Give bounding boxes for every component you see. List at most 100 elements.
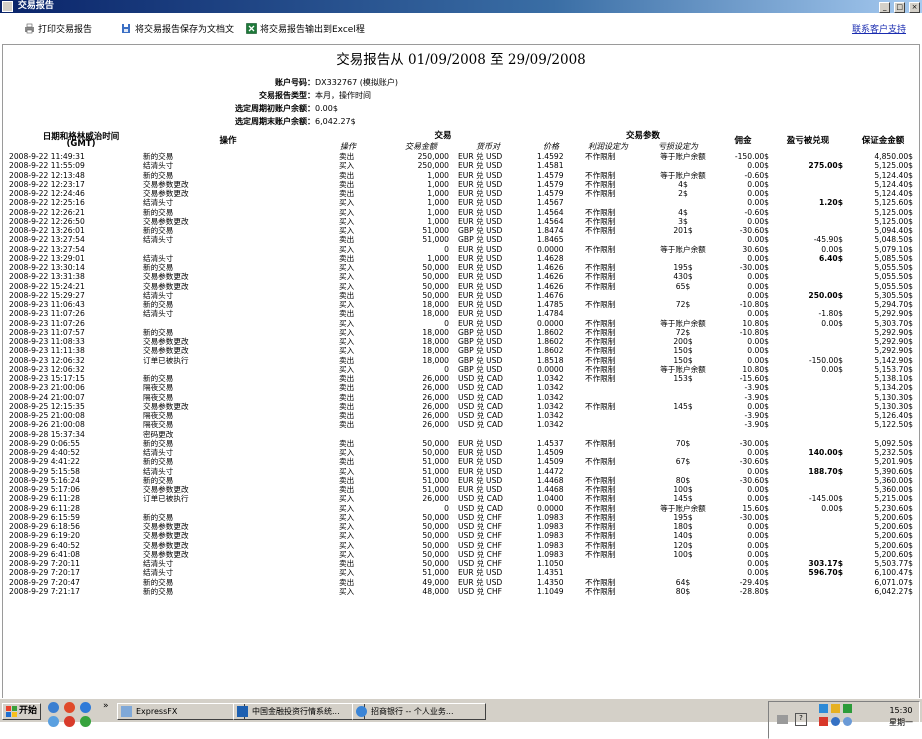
cell-price: 1.8465 [537, 235, 564, 245]
cell-amount: 50,000 [422, 438, 449, 448]
cell-pair: EUR 兑 USD [458, 568, 503, 578]
cell-date: 2008-9-22 15:24:21 [9, 281, 85, 291]
table-row: 2008-9-22 12:24:46 交易参数更改 卖出 1,000 EUR 兑 USD… [3, 189, 919, 198]
cell-pl: -150.00$ [808, 355, 843, 365]
cell-operation: 隔夜交易 [143, 392, 174, 402]
cell-commission: 0.00$ [747, 235, 769, 245]
cell-commission: 0.00$ [747, 355, 769, 365]
cell-action: 买入 [339, 346, 355, 356]
opening-balance-value: 0.00$ [315, 104, 338, 113]
cell-commission: -0.60$ [744, 170, 769, 180]
cell-action: 卖出 [339, 189, 355, 198]
cell-operation: 交易参数更改 [143, 189, 189, 198]
volume-icon[interactable] [831, 704, 840, 713]
cell-date: 2008-9-23 11:06:43 [9, 300, 85, 309]
keyboard-icon[interactable] [777, 715, 788, 724]
cell-action: 卖出 [339, 152, 355, 161]
clock[interactable]: 15:30 星期一 [889, 705, 913, 729]
export-excel-label: 将交易报告输出到Excel程 [260, 25, 365, 35]
subheader-amount: 交易金额 [405, 142, 437, 151]
cell-pair: GBP 兑 USD [458, 337, 503, 346]
cell-action: 卖出 [339, 290, 355, 300]
table-row: 2008-9-22 15:24:21 交易参数更改 买入 50,000 EUR 兑 US… [3, 282, 919, 291]
start-label: 开始 [19, 706, 38, 716]
close-button[interactable]: × [909, 2, 920, 13]
cell-margin: 4,850.00$ [874, 152, 913, 161]
customer-support-link[interactable]: 联系客户支持 [852, 22, 906, 35]
cell-commission: 0.00$ [747, 290, 769, 300]
table-row: 2008-9-29 6:40:52 交易参数更改 买入 50,000 USD 兑 CHF… [3, 541, 919, 550]
cell-price: 1.4592 [537, 152, 564, 161]
cell-operation: 新的交易 [143, 207, 174, 217]
cell-price: 1.4581 [537, 161, 564, 171]
browser-icon[interactable] [64, 702, 75, 713]
cell-pl: 0.00$ [821, 244, 843, 254]
cell-profit-set: 不作限制 [585, 494, 616, 504]
cell-price: 1.4564 [537, 216, 564, 226]
start-button[interactable]: 开始 [2, 703, 42, 720]
account-number-label: 账户号码： [275, 78, 315, 87]
excel-icon [246, 23, 257, 34]
account-number-value: DX332767 (模拟账户) [315, 78, 398, 87]
cell-operation: 新的交易 [143, 300, 174, 309]
k-tray-icon[interactable] [819, 717, 828, 726]
printer-icon [25, 23, 34, 34]
cell-price: 1.4351 [537, 568, 564, 578]
cell-amount: 18,000 [422, 309, 449, 319]
antivirus-icon[interactable] [831, 717, 840, 726]
cell-commission: 0.00$ [747, 568, 769, 578]
table-row: 2008-9-23 12:06:32 订单已被执行 卖出 18,000 GBP 兑 US… [3, 356, 919, 365]
table-row: 2008-9-23 21:00:06 隔夜交易 卖出 26,000 USD 兑 CAD 1… [3, 383, 919, 392]
cell-action: 买入 [339, 161, 355, 171]
header-margin: 保证金金额 [861, 136, 905, 146]
cell-commission: -30.60$ [739, 457, 769, 467]
cell-profit-set: 不作限制 [585, 438, 616, 448]
cell-profit-set: 不作限制 [585, 503, 616, 513]
cell-amount: 1,000 [427, 207, 449, 217]
media-icon[interactable] [48, 716, 59, 727]
cell-amount: 50,000 [422, 549, 449, 559]
cell-operation: 新的交易 [143, 512, 174, 522]
cell-pl: -145.00$ [808, 494, 843, 504]
ie-icon[interactable] [80, 702, 91, 713]
cell-margin: 5,292.90$ [874, 337, 913, 346]
save-document-button[interactable]: 将交易报告保存为文档文 [121, 22, 234, 35]
cell-pl: 275.00$ [808, 161, 843, 171]
task-expressfx[interactable]: ExpressFX [117, 703, 245, 720]
cell-price: 1.4785 [537, 300, 564, 309]
cell-pair: EUR 兑 USD [458, 253, 503, 263]
cell-action: 卖出 [339, 179, 355, 189]
export-excel-button[interactable]: 将交易报告输出到Excel程 [246, 22, 365, 35]
task-market-system-label: 中国金融投资行情系统... [252, 707, 340, 716]
report-panel: 交易报告从 01/09/2008 至 29/09/2008 账户号码： 交易报告… [2, 44, 920, 700]
network-icon[interactable] [819, 704, 828, 713]
task-bank[interactable]: 招商银行 -- 个人业务... [352, 703, 486, 720]
messenger-icon[interactable] [80, 716, 91, 727]
task-market-system[interactable]: 中国金融投资行情系统... [233, 703, 365, 720]
print-report-button[interactable]: 打印交易报告 [24, 22, 92, 35]
cell-pl: 1.20$ [818, 198, 843, 208]
cell-price: 1.4537 [537, 438, 564, 448]
cell-commission: -3.90$ [744, 411, 769, 420]
cell-action: 卖出 [339, 253, 355, 263]
cell-action: 买入 [339, 512, 355, 522]
qq-tray-icon[interactable] [843, 704, 852, 713]
qq-icon[interactable] [64, 716, 75, 727]
cell-margin: 5,122.50$ [874, 420, 913, 430]
maximize-button[interactable]: □ [894, 2, 906, 13]
header-trade-params: 交易参数 [625, 131, 660, 141]
cell-action: 买入 [339, 244, 355, 254]
more-quick-launch[interactable]: » [103, 701, 109, 711]
cell-margin: 5,092.50$ [874, 438, 913, 448]
table-row: 2008-9-23 11:07:26 买入 0 EUR 兑 USD 0.0000 不作限制… [3, 319, 919, 328]
subheader-pair: 货币对 [476, 142, 500, 151]
cell-amount: 26,000 [422, 420, 449, 430]
cell-commission: 0.00$ [747, 281, 769, 291]
cell-action: 买入 [339, 327, 355, 337]
help-icon[interactable]: ? [795, 713, 807, 726]
cell-operation: 结清头寸 [143, 161, 174, 171]
desktop-icon[interactable] [48, 702, 59, 713]
minimize-button[interactable]: _ [879, 2, 891, 13]
table-row: 2008-9-29 7:21:17 新的交易 买入 48,000 USD 兑 CHF 1.… [3, 587, 919, 596]
update-icon[interactable] [843, 717, 852, 726]
